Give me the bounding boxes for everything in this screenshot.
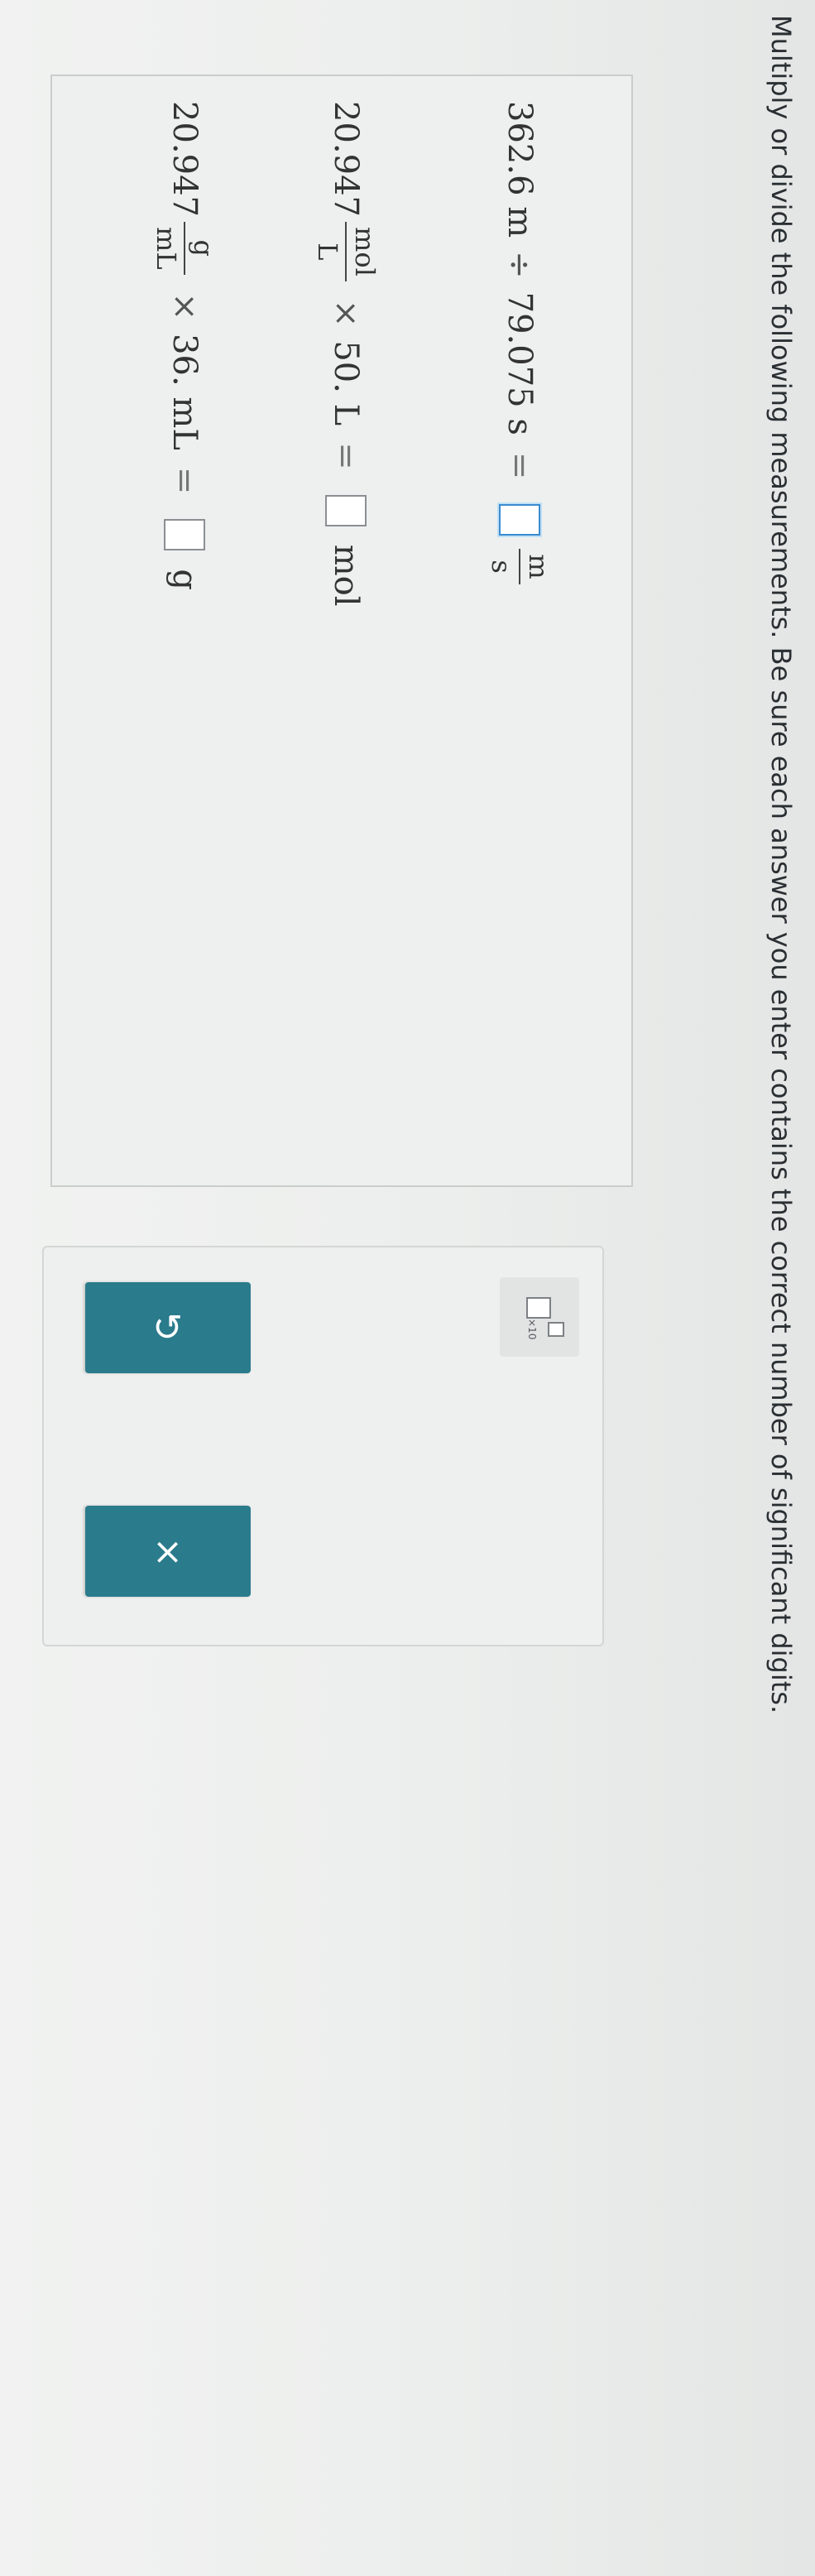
problem-2-quantity-a-value: 20.947 bbox=[326, 101, 365, 217]
problem-1: 362.6 m ÷ 79.075 s = m s bbox=[485, 101, 554, 589]
problem-2-answer-unit: mol bbox=[326, 544, 365, 607]
problem-3-unit-numerator: g bbox=[188, 239, 219, 257]
problem-2-unit-numerator: mol bbox=[349, 226, 381, 276]
problem-3-operator: × bbox=[165, 292, 204, 321]
sci-notation-base-box bbox=[526, 1297, 551, 1319]
problem-1-equals: = bbox=[500, 451, 539, 480]
undo-icon: ↺ bbox=[152, 1306, 184, 1349]
problem-2: 20.947 mol L × 50. L = mol bbox=[311, 101, 381, 607]
sci-notation-exponent-box bbox=[548, 1322, 564, 1337]
instructions-text: Multiply or divide the following measure… bbox=[765, 15, 797, 1714]
problem-1-quantity-a: 362.6 m bbox=[500, 101, 539, 238]
answer-tools-panel: ×10 ↺ × bbox=[42, 1246, 604, 1646]
page-stage: Multiply or divide the following measure… bbox=[0, 0, 815, 2576]
problem-3-quantity-a-unit: g mL bbox=[150, 221, 219, 275]
problem-2-quantity-b: 50. L bbox=[326, 340, 365, 426]
problem-3-answer-unit: g bbox=[165, 569, 204, 591]
fraction-bar bbox=[183, 221, 185, 275]
fraction-bar bbox=[518, 549, 520, 584]
problem-3-unit-denominator: mL bbox=[150, 226, 182, 270]
scientific-notation-icon[interactable]: ×10 bbox=[500, 1277, 579, 1357]
problem-2-unit-denominator: L bbox=[311, 243, 343, 261]
problem-2-operator: × bbox=[326, 299, 365, 328]
problem-3: 20.947 g mL × 36. mL = g bbox=[150, 101, 219, 591]
problem-1-answer-input[interactable] bbox=[498, 504, 540, 536]
problem-1-operator: ÷ bbox=[500, 251, 539, 279]
sci-notation-x10-label: ×10 bbox=[526, 1319, 538, 1340]
fraction-bar bbox=[344, 221, 347, 281]
problem-2-answer-input[interactable] bbox=[324, 494, 367, 526]
question-panel: 362.6 m ÷ 79.075 s = m s 20.947 mol L × … bbox=[50, 74, 633, 1187]
clear-button[interactable]: × bbox=[85, 1506, 251, 1597]
problem-3-answer-input[interactable] bbox=[163, 519, 205, 551]
problem-2-quantity-a-unit: mol L bbox=[311, 221, 381, 281]
problem-3-equals: = bbox=[165, 466, 204, 495]
undo-button[interactable]: ↺ bbox=[85, 1282, 251, 1373]
problem-1-answer-unit: m s bbox=[485, 549, 554, 584]
problem-1-answer-unit-denominator: s bbox=[485, 560, 517, 574]
clear-icon: × bbox=[152, 1530, 184, 1573]
problem-1-answer-unit-numerator: m bbox=[523, 554, 554, 579]
problem-2-equals: = bbox=[326, 442, 365, 470]
problem-1-quantity-b: 79.075 s bbox=[500, 291, 539, 435]
problem-3-quantity-a-value: 20.947 bbox=[165, 101, 204, 217]
problem-3-quantity-b: 36. mL bbox=[165, 334, 204, 450]
